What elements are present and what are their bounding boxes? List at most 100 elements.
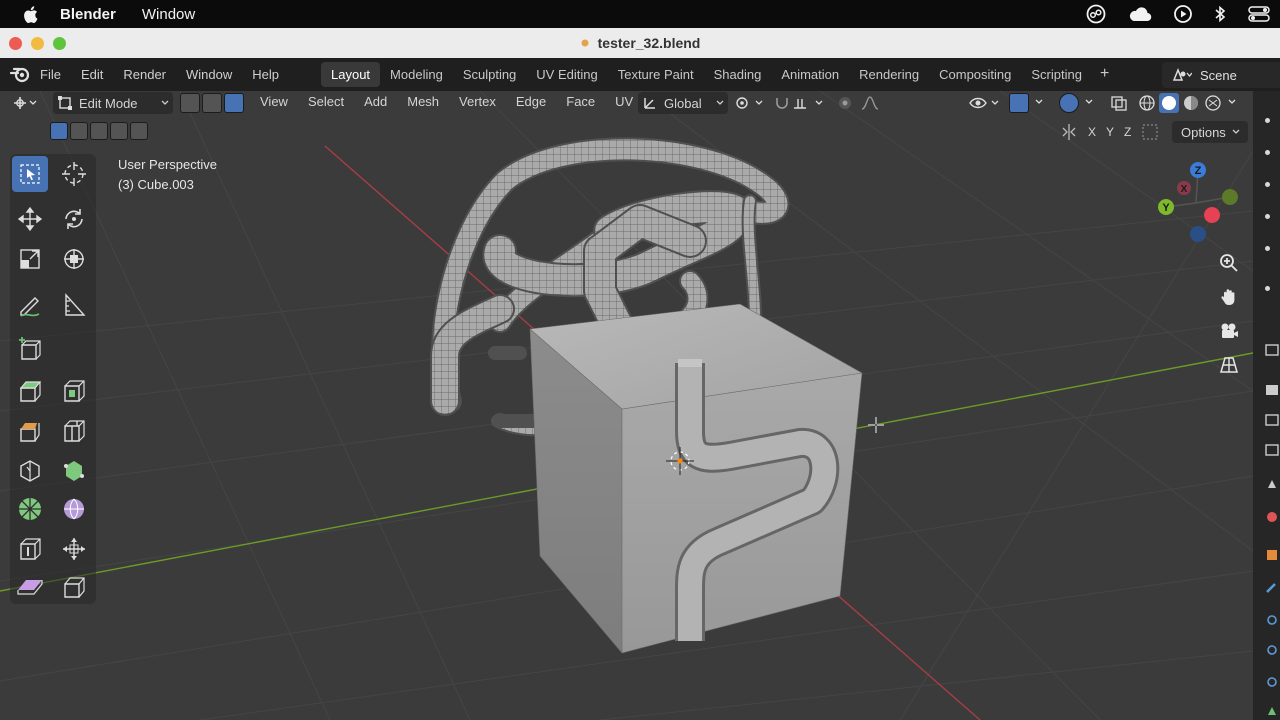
face-select-button[interactable] xyxy=(224,93,244,113)
tab-layout[interactable]: Layout xyxy=(321,62,381,87)
modifier-properties-icon[interactable] xyxy=(1266,583,1276,593)
select-box-tool[interactable] xyxy=(12,156,48,192)
menu-window[interactable]: Window xyxy=(186,67,232,82)
material-shading-icon[interactable] xyxy=(1181,93,1201,113)
rendered-shading-icon[interactable] xyxy=(1203,93,1223,113)
editor-type-button[interactable] xyxy=(12,95,40,114)
wireframe-shading-icon[interactable] xyxy=(1137,93,1157,113)
navigation-gizmo[interactable]: Y Z X xyxy=(1150,155,1250,250)
menu-render[interactable]: Render xyxy=(123,67,166,82)
select-extend-button[interactable] xyxy=(70,122,88,140)
sidebar-tab-dot[interactable] xyxy=(1265,214,1270,219)
mode-selector[interactable]: Edit Mode xyxy=(53,92,173,114)
menu-select[interactable]: Select xyxy=(308,94,344,109)
constraints-properties-icon[interactable] xyxy=(1267,677,1277,687)
tab-uv-editing[interactable]: UV Editing xyxy=(526,62,607,87)
mirror-y-toggle[interactable]: Y xyxy=(1106,125,1114,139)
menu-face[interactable]: Face xyxy=(566,94,595,109)
poly-build-tool[interactable] xyxy=(56,453,92,489)
overlays-toggle-button[interactable] xyxy=(1059,93,1079,113)
gizmo-toggle-button[interactable] xyxy=(1009,93,1029,113)
control-center-icon[interactable] xyxy=(1248,6,1270,22)
tab-texture-paint[interactable]: Texture Paint xyxy=(608,62,704,87)
pivot-point-icon[interactable] xyxy=(734,95,766,111)
vertex-select-button[interactable] xyxy=(180,93,200,113)
bevel-tool[interactable] xyxy=(12,413,48,449)
sidebar-tab-dot[interactable] xyxy=(1265,246,1270,251)
transform-orientation-selector[interactable]: Global xyxy=(638,92,728,114)
shear-tool[interactable] xyxy=(12,569,48,605)
rotate-tool[interactable] xyxy=(56,201,92,237)
icloud-icon[interactable] xyxy=(1128,6,1152,22)
blender-logo-icon[interactable] xyxy=(10,65,30,83)
rip-region-tool[interactable] xyxy=(56,569,92,605)
add-workspace-button[interactable]: + xyxy=(1092,62,1117,87)
tab-animation[interactable]: Animation xyxy=(771,62,849,87)
scene-properties-icon[interactable] xyxy=(1268,480,1276,488)
transform-tool[interactable] xyxy=(56,241,92,277)
menu-file[interactable]: File xyxy=(40,67,61,82)
object-properties-icon[interactable] xyxy=(1267,550,1277,560)
pan-view-button[interactable] xyxy=(1214,282,1244,312)
output-properties-icon[interactable] xyxy=(1265,414,1279,426)
tab-rendering[interactable]: Rendering xyxy=(849,62,929,87)
knife-tool[interactable] xyxy=(12,453,48,489)
options-dropdown[interactable]: Options xyxy=(1172,121,1248,143)
edge-slide-tool[interactable] xyxy=(12,531,48,567)
close-window-button[interactable] xyxy=(9,37,22,50)
snap-icon[interactable] xyxy=(774,95,826,111)
sidebar-tab-dot[interactable] xyxy=(1265,118,1270,123)
select-subtract-button[interactable] xyxy=(90,122,108,140)
tab-scripting[interactable]: Scripting xyxy=(1021,62,1092,87)
sidebar-tab-dot[interactable] xyxy=(1265,182,1270,187)
gizmo-x-axis[interactable] xyxy=(1204,207,1220,223)
app-menu-blender[interactable]: Blender xyxy=(60,6,116,23)
menu-edit[interactable]: Edit xyxy=(81,67,103,82)
mirror-icon[interactable] xyxy=(1060,123,1078,141)
cursor-tool[interactable] xyxy=(56,156,92,192)
add-cube-tool[interactable] xyxy=(12,331,48,367)
apple-menu[interactable] xyxy=(0,5,60,23)
annotate-tool[interactable] xyxy=(12,287,48,323)
tab-compositing[interactable]: Compositing xyxy=(929,62,1021,87)
edge-select-button[interactable] xyxy=(202,93,222,113)
menu-mesh[interactable]: Mesh xyxy=(407,94,439,109)
physics-properties-icon[interactable] xyxy=(1267,645,1277,655)
3d-viewport[interactable]: Edit Mode View Select Add Mesh Vertex Ed… xyxy=(0,91,1253,720)
mirror-x-toggle[interactable]: X xyxy=(1088,125,1096,139)
chevron-down-icon[interactable] xyxy=(1034,97,1044,107)
scale-tool[interactable] xyxy=(12,241,48,277)
menu-uv[interactable]: UV xyxy=(615,94,633,109)
chevron-down-icon[interactable] xyxy=(1084,97,1094,107)
auto-merge-icon[interactable] xyxy=(1141,123,1159,141)
world-properties-icon[interactable] xyxy=(1267,512,1277,522)
gizmo-neg-z[interactable] xyxy=(1190,226,1206,242)
inset-tool[interactable] xyxy=(56,373,92,409)
shrink-fatten-tool[interactable] xyxy=(56,531,92,567)
camera-view-button[interactable] xyxy=(1214,316,1244,346)
select-intersect-button[interactable] xyxy=(130,122,148,140)
menu-vertex[interactable]: Vertex xyxy=(459,94,496,109)
creative-cloud-icon[interactable] xyxy=(1086,4,1106,24)
spin-tool[interactable] xyxy=(12,491,48,527)
zoom-view-button[interactable] xyxy=(1214,248,1244,278)
visibility-icon[interactable] xyxy=(968,95,1002,111)
move-tool[interactable] xyxy=(12,201,48,237)
scene-selector[interactable]: Scene xyxy=(1162,62,1280,88)
select-new-button[interactable] xyxy=(50,122,68,140)
tool-properties-icon[interactable] xyxy=(1265,344,1279,356)
select-invert-button[interactable] xyxy=(110,122,128,140)
gizmo-neg-y[interactable] xyxy=(1222,189,1238,205)
smooth-tool[interactable] xyxy=(56,491,92,527)
sidebar-tab-dot[interactable] xyxy=(1265,150,1270,155)
tab-sculpting[interactable]: Sculpting xyxy=(453,62,526,87)
bluetooth-icon[interactable] xyxy=(1214,5,1226,23)
zoom-window-button[interactable] xyxy=(53,37,66,50)
loop-cut-tool[interactable] xyxy=(56,413,92,449)
measure-tool[interactable] xyxy=(56,287,92,323)
chevron-down-icon[interactable] xyxy=(1227,97,1237,107)
menu-edge[interactable]: Edge xyxy=(516,94,546,109)
particles-properties-icon[interactable] xyxy=(1267,615,1277,625)
minimize-window-button[interactable] xyxy=(31,37,44,50)
extrude-tool[interactable] xyxy=(12,373,48,409)
